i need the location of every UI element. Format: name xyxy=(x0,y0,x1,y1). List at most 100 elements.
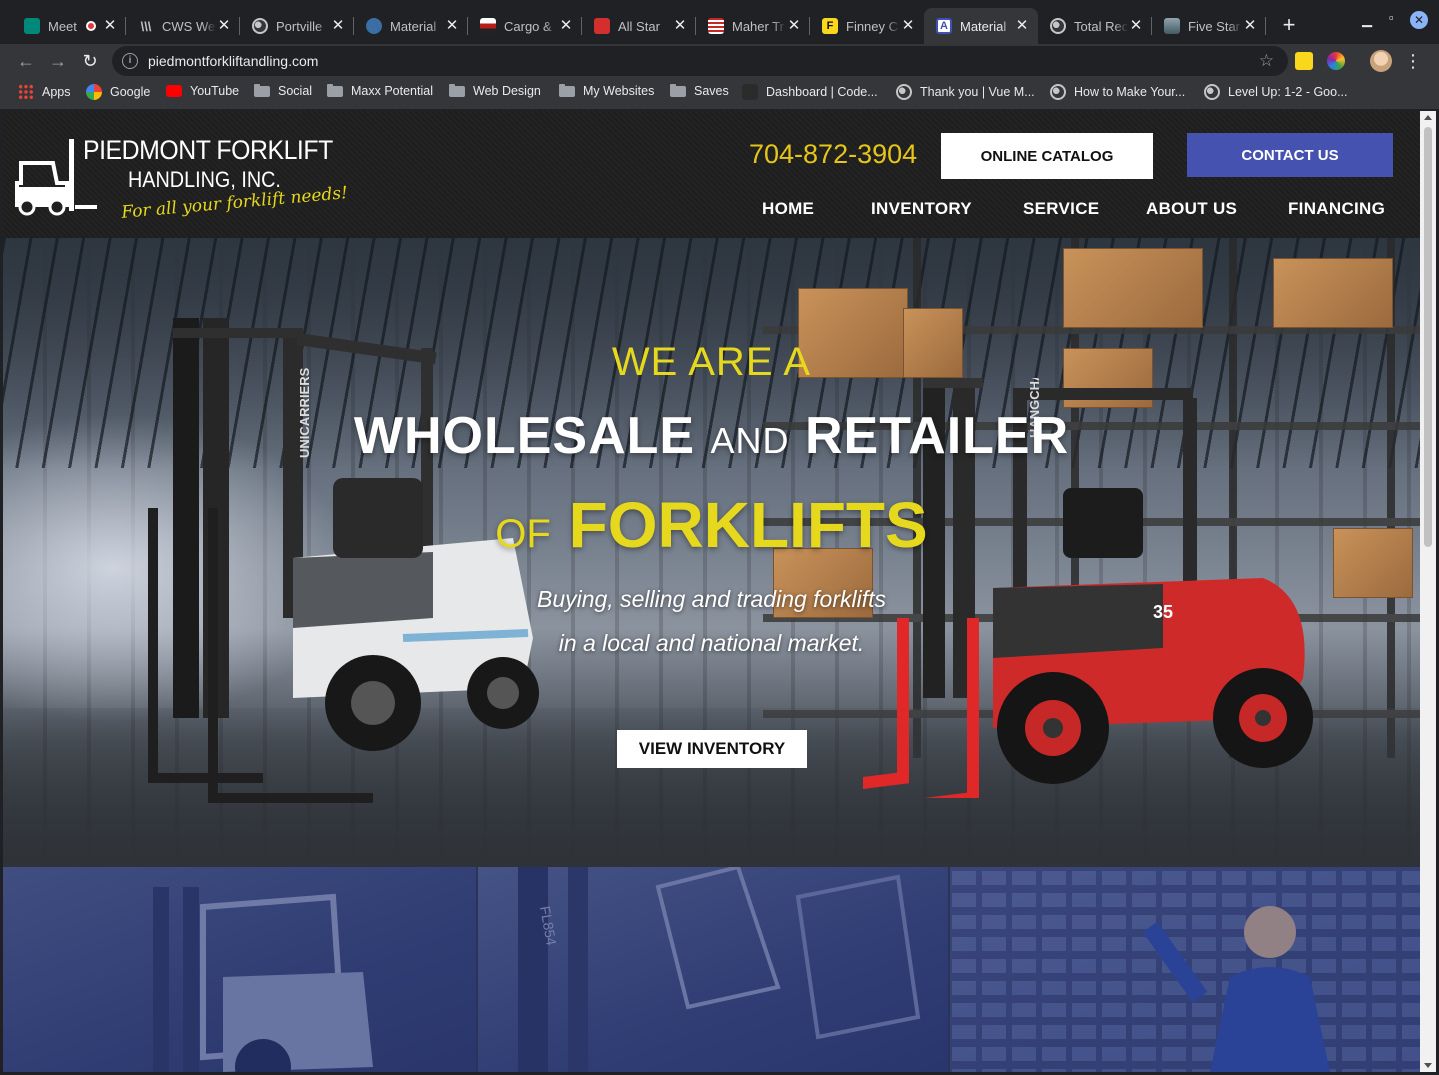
online-catalog-button[interactable]: ONLINE CATALOG xyxy=(941,133,1153,179)
close-tab-icon[interactable]: ✕ xyxy=(216,18,232,34)
close-tab-icon[interactable]: ✕ xyxy=(900,18,916,34)
close-window-icon[interactable]: ✕ xyxy=(1410,11,1428,29)
tab-total-rec[interactable]: Total Rec ✕ xyxy=(1038,8,1152,44)
hero-tagline-line2: in a local and national market. xyxy=(558,630,865,656)
close-tab-icon[interactable]: ✕ xyxy=(558,18,574,34)
tab-cargo[interactable]: Cargo & ✕ xyxy=(468,8,582,44)
close-tab-icon[interactable]: ✕ xyxy=(102,18,118,34)
nav-financing[interactable]: FINANCING xyxy=(1288,199,1385,219)
bookmark-google[interactable]: Google xyxy=(86,84,150,100)
bookmark-thank-you-vue[interactable]: Thank you | Vue M... xyxy=(896,84,1035,100)
contact-us-button[interactable]: CONTACT US xyxy=(1187,133,1393,177)
bookmark-folder-maxx-potential[interactable]: Maxx Potential xyxy=(327,83,433,98)
logo-title: PIEDMONT FORKLIFT xyxy=(83,135,333,165)
hero-headline: WHOLESALE AND RETAILER xyxy=(3,406,1420,466)
back-button[interactable]: ← xyxy=(15,50,37,72)
extension-notes-icon[interactable] xyxy=(1295,52,1313,70)
globe-icon xyxy=(252,18,268,34)
tab-maher[interactable]: Maher Tr ✕ xyxy=(696,8,810,44)
bookmark-label: YouTube xyxy=(190,84,240,98)
close-tab-icon[interactable]: ✕ xyxy=(1014,18,1030,34)
view-inventory-button[interactable]: VIEW INVENTORY xyxy=(617,730,807,768)
cargo-favicon-icon xyxy=(480,18,496,34)
profile-avatar[interactable] xyxy=(1370,50,1392,72)
hero-headline-of: OF xyxy=(495,512,551,556)
nav-about-us[interactable]: ABOUT US xyxy=(1146,199,1237,219)
reload-button[interactable]: ↻ xyxy=(79,50,101,72)
scrollbar-thumb[interactable] xyxy=(1424,127,1432,547)
site-info-icon[interactable]: i xyxy=(122,53,138,69)
globe-icon xyxy=(896,84,912,100)
browser-menu-icon[interactable]: ⋮ xyxy=(1402,50,1424,72)
bookmark-dashboard-codepen[interactable]: Dashboard | Code... xyxy=(742,84,878,100)
bookmark-folder-web-design[interactable]: Web Design xyxy=(449,83,541,98)
scroll-down-arrow-icon[interactable] xyxy=(1424,1063,1432,1068)
scroll-up-arrow-icon[interactable] xyxy=(1424,115,1432,120)
restore-window-icon[interactable]: ▫ xyxy=(1389,10,1394,25)
page-scrollbar[interactable] xyxy=(1420,111,1436,1072)
feature-card-inventory[interactable] xyxy=(3,867,476,1072)
card-overlay xyxy=(950,867,1420,1072)
feature-cards: FL854 xyxy=(3,867,1420,1072)
tab-five-star[interactable]: Five Star ✕ xyxy=(1152,8,1266,44)
tab-title: Meet xyxy=(48,18,77,34)
hero-headline-forklifts: FORKLIFTS xyxy=(568,489,928,561)
tab-material-1[interactable]: Material ✕ xyxy=(354,8,468,44)
tab-strip: Meet ✕ \\\ CWS Web ✕ Portville ✕ Materia… xyxy=(0,0,1439,44)
close-tab-icon[interactable]: ✕ xyxy=(672,18,688,34)
nav-service[interactable]: SERVICE xyxy=(1023,199,1099,219)
close-tab-icon[interactable]: ✕ xyxy=(444,18,460,34)
card-overlay xyxy=(478,867,948,1072)
close-tab-icon[interactable]: ✕ xyxy=(786,18,802,34)
apps-grid-icon xyxy=(18,84,34,100)
feature-card-parts[interactable] xyxy=(948,867,1420,1072)
close-tab-icon[interactable]: ✕ xyxy=(1128,18,1144,34)
tab-title: Material xyxy=(390,18,437,34)
card-overlay xyxy=(3,867,476,1072)
tab-portville[interactable]: Portville ✕ xyxy=(240,8,354,44)
feature-card-service[interactable]: FL854 xyxy=(476,867,948,1072)
cardboard-box xyxy=(1063,248,1203,328)
tab-finney[interactable]: F Finney C ✕ xyxy=(810,8,924,44)
hero-banner: UNICARRIERS 35 HANGCHA WE ARE A WHOLESAL… xyxy=(3,238,1420,867)
bookmark-folder-my-websites[interactable]: My Websites xyxy=(559,83,655,98)
hero-subheadline: OF FORKLIFTS xyxy=(3,488,1420,562)
forward-button[interactable]: → xyxy=(47,50,69,72)
globe-icon xyxy=(1204,84,1220,100)
bookmark-label: Apps xyxy=(42,85,71,99)
site-logo[interactable]: PIEDMONT FORKLIFT HANDLING, INC. For all… xyxy=(13,135,349,223)
close-tab-icon[interactable]: ✕ xyxy=(1242,18,1258,34)
extension-color-picker-icon[interactable] xyxy=(1327,52,1345,70)
url-text[interactable]: piedmontforkliftandling.com xyxy=(148,53,318,69)
minimize-window-icon[interactable]: ▁ xyxy=(1362,12,1372,28)
tab-title: Maher Tr xyxy=(732,18,785,34)
bookmark-folder-social[interactable]: Social xyxy=(254,83,312,98)
bookmark-label: My Websites xyxy=(583,84,655,98)
bookmark-label: Maxx Potential xyxy=(351,84,433,98)
new-tab-button[interactable]: + xyxy=(1278,14,1300,36)
address-bar[interactable]: i piedmontforkliftandling.com ☆ xyxy=(112,46,1288,76)
tab-separator xyxy=(1265,17,1266,35)
bookmark-star-icon[interactable]: ☆ xyxy=(1259,51,1274,71)
hero-headline-wholesale: WHOLESALE xyxy=(353,407,696,465)
tab-cws[interactable]: \\\ CWS Web ✕ xyxy=(126,8,240,44)
hero-tagline-line1: Buying, selling and trading forklifts xyxy=(536,586,887,612)
nav-inventory[interactable]: INVENTORY xyxy=(871,199,972,219)
bookmark-apps[interactable]: Apps xyxy=(18,84,71,100)
site-header: PIEDMONT FORKLIFT HANDLING, INC. For all… xyxy=(3,111,1420,238)
phone-number-link[interactable]: 704-872-3904 xyxy=(749,139,917,170)
tab-meet[interactable]: Meet ✕ xyxy=(12,8,126,44)
page-viewport: PIEDMONT FORKLIFT HANDLING, INC. For all… xyxy=(3,111,1420,1072)
bookmark-how-to-make[interactable]: How to Make Your... xyxy=(1050,84,1185,100)
tab-title: Total Rec xyxy=(1074,18,1128,34)
close-tab-icon[interactable]: ✕ xyxy=(330,18,346,34)
bookmark-level-up[interactable]: Level Up: 1-2 - Goo... xyxy=(1204,84,1348,100)
bookmark-folder-saves[interactable]: Saves xyxy=(670,83,729,98)
tab-all-star[interactable]: All Star ✕ xyxy=(582,8,696,44)
google-icon xyxy=(86,84,102,100)
hero-headline-and: AND xyxy=(710,420,790,461)
nav-home[interactable]: HOME xyxy=(762,199,814,219)
material-favicon-icon xyxy=(366,18,382,34)
bookmark-youtube[interactable]: YouTube xyxy=(166,84,239,98)
tab-material-active[interactable]: A Material ✕ xyxy=(924,8,1038,44)
